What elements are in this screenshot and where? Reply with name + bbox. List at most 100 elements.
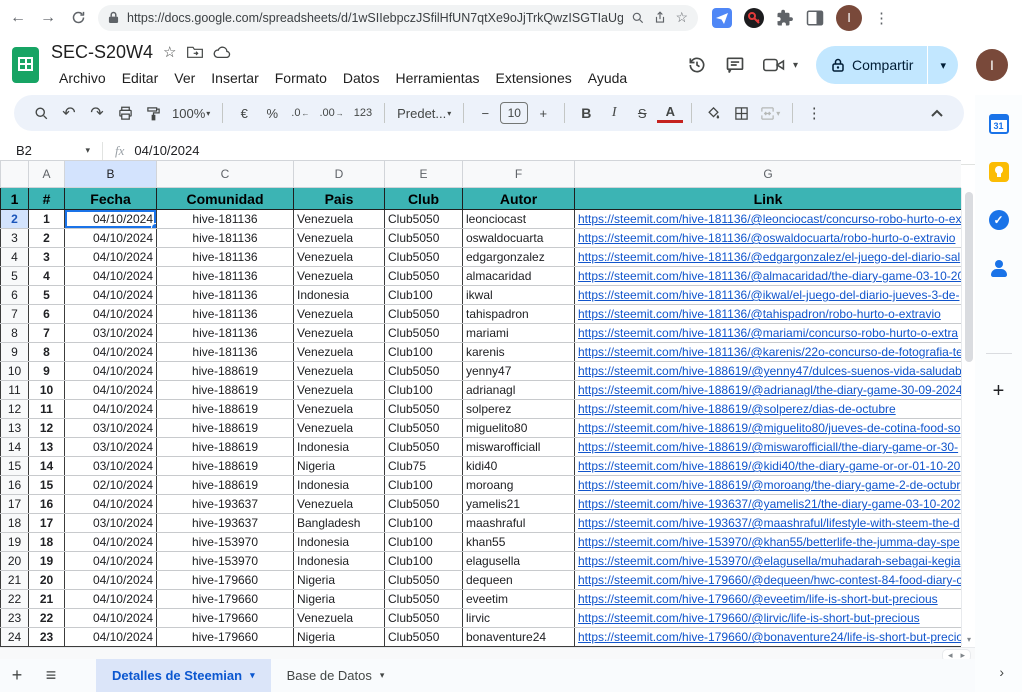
row-header[interactable]: 23 xyxy=(0,608,29,628)
cell-n[interactable]: 2 xyxy=(28,228,65,248)
cell-comunidad[interactable]: hive-188619 xyxy=(156,361,294,381)
cell-fecha[interactable]: 04/10/2024 xyxy=(64,494,157,514)
profile-avatar[interactable]: I xyxy=(836,4,862,31)
cell-autor[interactable]: tahispadron xyxy=(462,304,575,324)
cell-link[interactable]: https://steemit.com/hive-193637/@maashra… xyxy=(578,516,960,530)
reload-icon[interactable] xyxy=(68,8,88,28)
cell-club[interactable]: Club100 xyxy=(384,475,463,495)
zoom-icon[interactable] xyxy=(631,11,645,25)
cell-pais[interactable]: Venezuela xyxy=(293,418,385,438)
cell-link[interactable]: https://steemit.com/hive-181136/@karenis… xyxy=(578,345,961,359)
cell-club[interactable]: Club100 xyxy=(384,342,463,362)
row-header[interactable]: 18 xyxy=(0,513,29,533)
table-header-club[interactable]: Club xyxy=(384,187,463,210)
menu-ayuda[interactable]: Ayuda xyxy=(580,67,635,89)
column-header-F[interactable]: F xyxy=(462,160,575,188)
cell-pais[interactable]: Nigeria xyxy=(293,627,385,647)
extension-plane-icon[interactable] xyxy=(712,7,732,28)
menu-formato[interactable]: Formato xyxy=(267,67,335,89)
cell-link[interactable]: https://steemit.com/hive-179660/@dequeen… xyxy=(574,570,961,590)
row-header[interactable]: 6 xyxy=(0,285,29,305)
row-header[interactable]: 10 xyxy=(0,361,29,381)
cell-fecha[interactable]: 03/10/2024 xyxy=(64,456,157,476)
cell-fecha[interactable]: 04/10/2024 xyxy=(64,304,157,324)
row-header[interactable]: 2 xyxy=(0,209,29,229)
cell-autor[interactable]: lirvic xyxy=(462,608,575,628)
star-icon[interactable]: ☆ xyxy=(163,43,176,61)
currency-format-button[interactable]: € xyxy=(231,100,257,126)
row-header[interactable]: 7 xyxy=(0,304,29,324)
menu-editar[interactable]: Editar xyxy=(114,67,167,89)
row-header[interactable]: 14 xyxy=(0,437,29,457)
column-header-B[interactable]: B xyxy=(64,160,157,188)
menu-extensiones[interactable]: Extensiones xyxy=(487,67,579,89)
cell-fecha[interactable]: 04/10/2024 xyxy=(64,209,157,229)
cell-autor[interactable]: solperez xyxy=(462,399,575,419)
cell-comunidad[interactable]: hive-181136 xyxy=(156,304,294,324)
cell-comunidad[interactable]: hive-181136 xyxy=(156,228,294,248)
row-header[interactable]: 16 xyxy=(0,475,29,495)
increase-decimals-button[interactable]: .00 → xyxy=(315,100,347,126)
fill-color-icon[interactable] xyxy=(700,100,726,126)
cell-club[interactable]: Club5050 xyxy=(384,399,463,419)
row-header[interactable]: 9 xyxy=(0,342,29,362)
cell-n[interactable]: 6 xyxy=(28,304,65,324)
cell-link[interactable]: https://steemit.com/hive-188619/@solpere… xyxy=(578,402,896,416)
menu-archivo[interactable]: Archivo xyxy=(51,67,114,89)
cell-pais[interactable]: Nigeria xyxy=(293,456,385,476)
side-panel-icon[interactable] xyxy=(806,9,824,27)
cell-fecha[interactable]: 03/10/2024 xyxy=(64,418,157,438)
number-format-button[interactable]: 123 xyxy=(350,100,376,126)
show-side-panel-icon[interactable]: › xyxy=(999,664,1004,680)
cell-n[interactable]: 3 xyxy=(28,247,65,267)
cell-fecha[interactable]: 04/10/2024 xyxy=(64,532,157,552)
cell-comunidad[interactable]: hive-188619 xyxy=(156,418,294,438)
cell-n[interactable]: 16 xyxy=(28,494,65,514)
cell-comunidad[interactable]: hive-188619 xyxy=(156,456,294,476)
cell-pais[interactable]: Venezuela xyxy=(293,361,385,381)
cell-link[interactable]: https://steemit.com/hive-181136/@ikwal/e… xyxy=(578,288,959,302)
cell-link[interactable]: https://steemit.com/hive-188619/@moroang… xyxy=(574,475,961,495)
cell-comunidad[interactable]: hive-179660 xyxy=(156,570,294,590)
cell-n[interactable]: 9 xyxy=(28,361,65,381)
cell-n[interactable]: 21 xyxy=(28,589,65,609)
cell-pais[interactable]: Venezuela xyxy=(293,323,385,343)
table-header-autor[interactable]: Autor xyxy=(462,187,575,210)
cell-fecha[interactable]: 04/10/2024 xyxy=(64,247,157,267)
cell-comunidad[interactable]: hive-179660 xyxy=(156,589,294,609)
cell-link[interactable]: https://steemit.com/hive-179660/@dequeen… xyxy=(578,573,961,587)
forward-icon[interactable]: → xyxy=(38,8,58,28)
cell-autor[interactable]: edgargonzalez xyxy=(462,247,575,267)
tasks-icon[interactable]: ✓ xyxy=(988,209,1010,231)
cell-club[interactable]: Club5050 xyxy=(384,627,463,647)
cell-link[interactable]: https://steemit.com/hive-181136/@almacar… xyxy=(574,266,961,286)
cell-link[interactable]: https://steemit.com/hive-193637/@yamelis… xyxy=(578,497,960,511)
column-header-E[interactable]: E xyxy=(384,160,463,188)
cell-comunidad[interactable]: hive-181136 xyxy=(156,209,294,229)
cell-club[interactable]: Club75 xyxy=(384,456,463,476)
maps-icon[interactable] xyxy=(988,305,1010,327)
cell-link[interactable]: https://steemit.com/hive-181136/@leoncio… xyxy=(578,212,961,226)
row-header[interactable]: 1 xyxy=(0,187,29,210)
vertical-scrollbar[interactable]: ▾ xyxy=(961,188,975,646)
cell-comunidad[interactable]: hive-181136 xyxy=(156,285,294,305)
menu-datos[interactable]: Datos xyxy=(335,67,388,89)
cell-pais[interactable]: Venezuela xyxy=(293,342,385,362)
cell-comunidad[interactable]: hive-193637 xyxy=(156,494,294,514)
vertical-scrollbar-thumb[interactable] xyxy=(965,192,973,362)
cell-pais[interactable]: Venezuela xyxy=(293,608,385,628)
cell-link[interactable]: https://steemit.com/hive-181136/@edgargo… xyxy=(574,247,961,267)
borders-icon[interactable] xyxy=(728,100,754,126)
cell-n[interactable]: 15 xyxy=(28,475,65,495)
sheets-logo-icon[interactable] xyxy=(12,47,39,83)
cell-comunidad[interactable]: hive-181136 xyxy=(156,247,294,267)
cell-n[interactable]: 22 xyxy=(28,608,65,628)
cell-pais[interactable]: Venezuela xyxy=(293,209,385,229)
cell-comunidad[interactable]: hive-181136 xyxy=(156,323,294,343)
cell-n[interactable]: 13 xyxy=(28,437,65,457)
cell-club[interactable]: Club5050 xyxy=(384,266,463,286)
cell-link[interactable]: https://steemit.com/hive-188619/@solpere… xyxy=(574,399,961,419)
video-dropdown-icon[interactable]: ▾ xyxy=(793,60,798,71)
cell-fecha[interactable]: 02/10/2024 xyxy=(64,475,157,495)
cell-n[interactable]: 8 xyxy=(28,342,65,362)
